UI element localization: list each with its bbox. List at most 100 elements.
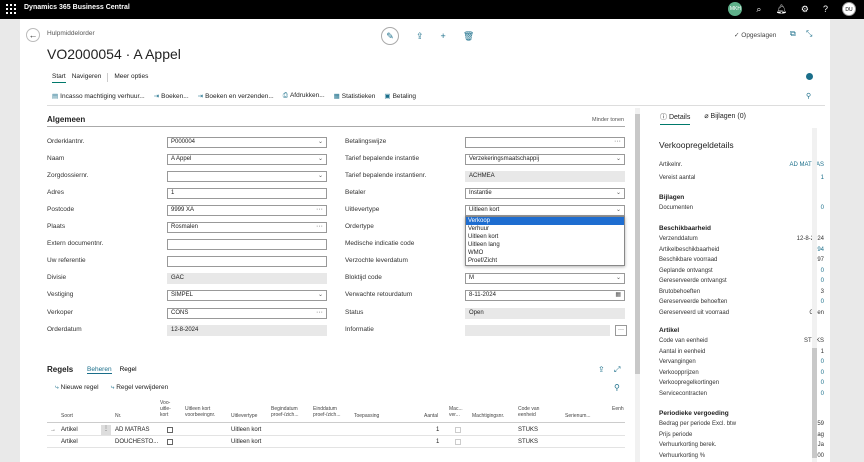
- scrollbar-thumb[interactable]: [635, 114, 640, 374]
- lookup-ellipsis-icon[interactable]: ···: [316, 308, 323, 317]
- help-icon[interactable]: ?: [823, 2, 828, 16]
- expand-icon[interactable]: ⤢: [614, 365, 620, 375]
- col-serienummer[interactable]: Serienum...: [565, 413, 591, 419]
- factbox-scrollbar[interactable]: [812, 128, 817, 462]
- share-icon[interactable]: ⇪: [598, 365, 605, 374]
- checkbox[interactable]: [167, 439, 173, 445]
- field-input[interactable]: Rosmalen ···: [167, 222, 327, 233]
- factbox-value[interactable]: AD MATRAS: [789, 162, 824, 168]
- col-toepassing[interactable]: Toepassing: [354, 413, 379, 419]
- cell-uitlevertype[interactable]: Uitleen kort: [231, 427, 261, 433]
- dropdown-option[interactable]: Verkoop: [466, 217, 624, 225]
- factbox-value[interactable]: 0: [821, 359, 824, 365]
- cell-aantal[interactable]: 1: [436, 439, 439, 445]
- chevron-down-icon[interactable]: ⌄: [318, 291, 323, 300]
- search-icon[interactable]: ⌕: [756, 2, 761, 16]
- cell-nr[interactable]: DOUCHESTO...: [115, 439, 158, 445]
- field-input[interactable]: CONS ···: [167, 308, 327, 319]
- pin-icon[interactable]: ⚲: [614, 383, 620, 392]
- table-row[interactable]: → Artikel ⋮ AD MATRAS Uitleen kort 1 STU…: [47, 424, 625, 436]
- cell-nr[interactable]: AD MATRAS: [115, 427, 150, 433]
- lookup-ellipsis-icon[interactable]: ···: [316, 222, 323, 231]
- field-input[interactable]: 1: [167, 188, 327, 199]
- col-machtigingsnr[interactable]: Machtigingsnr.: [472, 413, 504, 419]
- incasso-button[interactable]: ▤ Incasso machtiging verhuur...: [52, 92, 145, 100]
- afdrukken-button[interactable]: ⎙ Afdrukken...: [283, 92, 325, 100]
- col-voor[interactable]: Voo- uitle- kort: [160, 400, 171, 418]
- boeken-verzenden-button[interactable]: ⇥ Boeken en verzenden...: [198, 92, 274, 100]
- col-aantal[interactable]: Aantal: [424, 413, 438, 419]
- edit-pencil-icon[interactable]: ✎: [381, 27, 399, 45]
- factbox-value[interactable]: 0: [821, 370, 824, 376]
- cell-aantal[interactable]: 1: [436, 427, 439, 433]
- field-input[interactable]: ···: [465, 137, 625, 148]
- dropdown-option[interactable]: Uitleen lang: [466, 241, 624, 249]
- factbox-value[interactable]: 0: [821, 278, 824, 284]
- factbox-value[interactable]: 0: [821, 299, 824, 305]
- tab-regel[interactable]: Regel: [120, 366, 137, 374]
- factbox-value[interactable]: 1: [821, 175, 824, 181]
- factbox-value[interactable]: 0: [821, 205, 824, 211]
- field-input[interactable]: Verzekeringsmaatschappij ⌄: [465, 154, 625, 165]
- cell-eenheid[interactable]: STUKS: [518, 439, 538, 445]
- menu-meer-opties[interactable]: Meer opties: [114, 73, 148, 83]
- factbox-value[interactable]: 0: [821, 268, 824, 274]
- section-title-algemeen[interactable]: Algemeen: [47, 115, 85, 124]
- minder-tonen-link[interactable]: Minder tonen: [592, 117, 624, 123]
- col-eenh[interactable]: Eenh: [612, 406, 624, 412]
- factbox-value[interactable]: 0: [821, 391, 824, 397]
- statistieken-button[interactable]: ▦ Statistieken: [334, 92, 376, 100]
- dropdown-option[interactable]: WMO: [466, 249, 624, 257]
- field-input[interactable]: 9999 XA ···: [167, 205, 327, 216]
- uitlevertype-dropdown-list[interactable]: Verkoop Verhuur Uitleen kort Uitleen lan…: [465, 216, 625, 266]
- dropdown-option[interactable]: Uitleen kort: [466, 233, 624, 241]
- field-input[interactable]: ⌄: [167, 171, 327, 182]
- chevron-down-icon[interactable]: ⌄: [616, 274, 621, 283]
- dropdown-option[interactable]: Proef/Zicht: [466, 257, 624, 265]
- collapse-icon[interactable]: ⤡: [806, 29, 812, 39]
- col-mac[interactable]: Mac... ver...: [449, 406, 463, 418]
- delete-icon[interactable]: 🗑︎: [463, 31, 474, 42]
- chevron-down-icon[interactable]: ⌄: [616, 206, 621, 215]
- chevron-down-icon[interactable]: ⌄: [616, 189, 621, 198]
- col-code-eenheid[interactable]: Code van eenheid: [518, 406, 539, 418]
- col-uitlevertype[interactable]: Uitlevertype: [231, 413, 257, 419]
- app-launcher-icon[interactable]: [6, 4, 16, 14]
- betaling-button[interactable]: ▣ Betaling: [384, 92, 416, 100]
- main-scrollbar[interactable]: [635, 108, 640, 462]
- nieuwe-regel-button[interactable]: ⤷ Nieuwe regel: [55, 384, 99, 392]
- field-input[interactable]: [167, 239, 327, 250]
- chevron-down-icon[interactable]: ⌄: [616, 155, 621, 164]
- tab-details[interactable]: ⓘ Details: [660, 112, 691, 125]
- field-input[interactable]: Uitleen kort ⌄: [465, 205, 625, 216]
- menu-start[interactable]: Start: [52, 73, 66, 83]
- col-soort[interactable]: Soort: [61, 413, 73, 419]
- field-input[interactable]: Instantie ⌄: [465, 188, 625, 199]
- chevron-down-icon[interactable]: ⌄: [318, 138, 323, 147]
- checkbox[interactable]: [167, 427, 173, 433]
- col-nr[interactable]: Nr.: [115, 413, 121, 419]
- bell-icon[interactable]: 🔔︎: [775, 2, 786, 16]
- cell-eenheid[interactable]: STUKS: [518, 427, 538, 433]
- open-new-window-icon[interactable]: ⧉: [790, 29, 796, 39]
- gear-icon[interactable]: ⚙: [801, 2, 809, 16]
- back-arrow-icon[interactable]: ←: [26, 28, 40, 42]
- field-input[interactable]: A Appel ⌄: [167, 154, 327, 165]
- menu-navigeren[interactable]: Navigeren: [72, 73, 102, 83]
- info-icon[interactable]: [806, 73, 813, 80]
- table-row[interactable]: Artikel DOUCHESTO... Uitleen kort 1 STUK…: [47, 436, 625, 448]
- col-begindatum[interactable]: Begindatum proef-/zich...: [271, 406, 299, 418]
- scrollbar-thumb[interactable]: [812, 348, 817, 458]
- field-input[interactable]: P000004 ⌄: [167, 137, 327, 148]
- add-icon[interactable]: +: [441, 31, 446, 41]
- field-input[interactable]: M ⌄: [465, 273, 625, 284]
- user-avatar[interactable]: DU: [842, 2, 856, 16]
- col-einddatum[interactable]: Einddatum proef-/zich...: [313, 406, 341, 418]
- factbox-value[interactable]: 94: [817, 247, 824, 253]
- row-actions-icon[interactable]: ⋮: [101, 425, 111, 435]
- dropdown-option[interactable]: Verhuur: [466, 225, 624, 233]
- lookup-ellipsis-icon[interactable]: ···: [615, 325, 627, 336]
- pin-icon[interactable]: ⚲: [806, 92, 811, 100]
- table-row[interactable]: [47, 448, 625, 460]
- tab-beheren[interactable]: Beheren: [87, 366, 112, 374]
